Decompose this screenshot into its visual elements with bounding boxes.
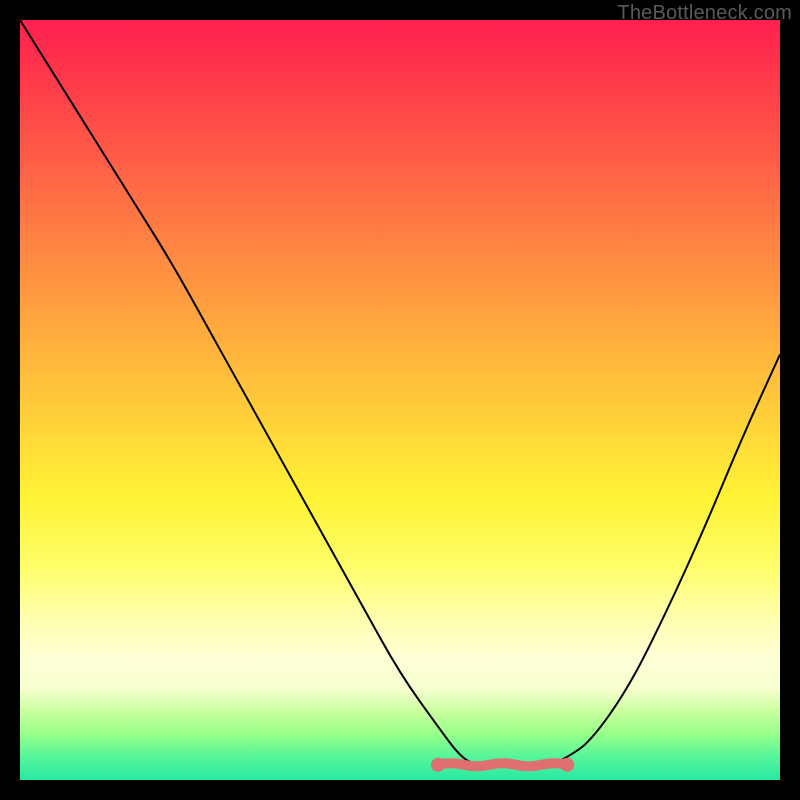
watermark-text: TheBottleneck.com <box>617 2 792 25</box>
chart-overlay <box>20 20 780 780</box>
flat-region-end-dot <box>560 758 574 772</box>
bottleneck-curve <box>20 20 780 765</box>
flat-region-start-dot <box>431 758 445 772</box>
flat-region-line <box>438 763 567 766</box>
chart-frame: TheBottleneck.com <box>0 0 800 800</box>
optimal-flat-region <box>431 758 574 772</box>
